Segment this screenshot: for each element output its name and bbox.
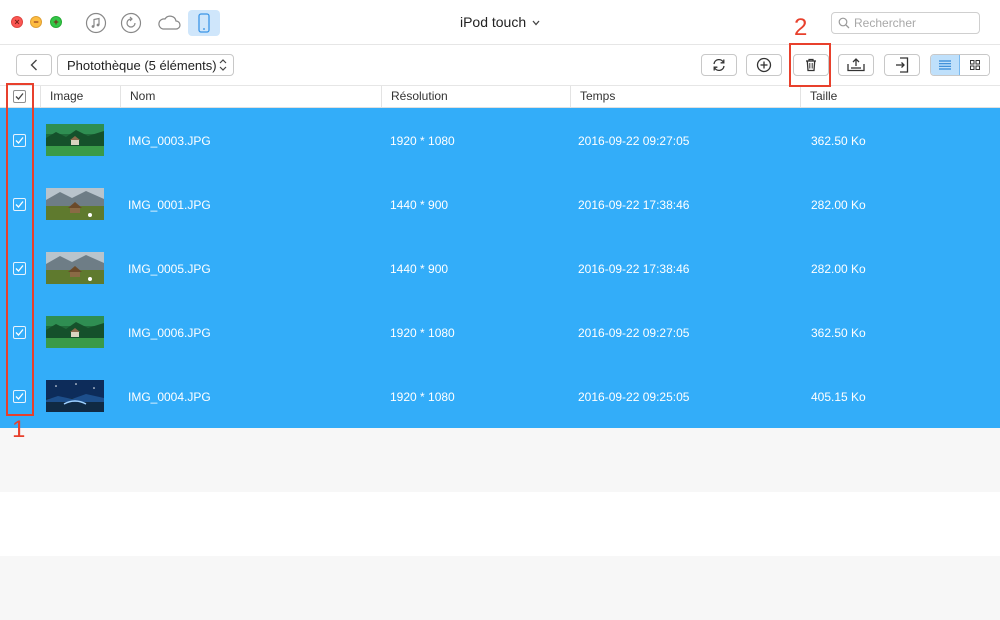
file-resolution: 1440 * 900 xyxy=(390,198,449,212)
photo-thumbnail xyxy=(46,124,104,156)
table-header: Image Nom Résolution Temps Taille xyxy=(0,86,1000,108)
back-button[interactable] xyxy=(16,54,52,76)
file-resolution: 1920 * 1080 xyxy=(390,390,455,404)
chevron-down-icon xyxy=(532,20,540,26)
night-sky-thumbnail-image xyxy=(46,380,104,412)
forest-thumbnail-image xyxy=(46,124,104,156)
close-window-button[interactable]: × xyxy=(11,16,23,28)
device-button[interactable] xyxy=(188,10,220,36)
photo-thumbnail xyxy=(46,252,104,284)
table-row[interactable]: IMG_0005.JPG 1440 * 900 2016-09-22 17:38… xyxy=(0,236,1000,300)
import-to-device-button[interactable] xyxy=(884,54,920,76)
export-to-computer-button[interactable] xyxy=(838,54,874,76)
photo-thumbnail xyxy=(46,316,104,348)
maximize-icon: + xyxy=(53,17,59,27)
minimize-window-button[interactable]: − xyxy=(30,16,42,28)
grid-view-button[interactable] xyxy=(960,55,989,75)
add-button[interactable] xyxy=(746,54,782,76)
updown-chevron-icon xyxy=(219,59,227,71)
list-view-button[interactable] xyxy=(931,55,961,75)
file-time: 2016-09-22 17:38:46 xyxy=(578,198,690,212)
import-icon xyxy=(896,57,909,73)
chevron-left-icon xyxy=(30,59,37,71)
table-row[interactable]: IMG_0003.JPG 1920 * 1080 2016-09-22 09:2… xyxy=(0,108,1000,172)
toolbar: Photothèque (5 éléments) xyxy=(0,46,1000,86)
empty-row xyxy=(0,428,1000,492)
music-icon xyxy=(85,12,107,34)
device-name: iPod touch xyxy=(459,14,527,30)
table-row[interactable]: IMG_0001.JPG 1440 * 900 2016-09-22 17:38… xyxy=(0,172,1000,236)
library-select-label: Photothèque (5 éléments) xyxy=(67,57,217,73)
refresh-button[interactable] xyxy=(701,54,737,76)
list-view-icon xyxy=(939,60,951,70)
file-time: 2016-09-22 09:27:05 xyxy=(578,326,690,340)
file-resolution: 1920 * 1080 xyxy=(390,134,455,148)
grid-view-icon xyxy=(969,60,980,70)
file-resolution: 1440 * 900 xyxy=(390,262,449,276)
photo-thumbnail xyxy=(46,380,104,412)
mountain-hut-thumbnail-image xyxy=(46,188,104,220)
forest-thumbnail-image xyxy=(46,316,104,348)
file-time: 2016-09-22 09:25:05 xyxy=(578,390,690,404)
column-header-time[interactable]: Temps xyxy=(570,86,800,107)
column-header-size[interactable]: Taille xyxy=(800,86,1000,107)
annotation-highlight-checkboxes xyxy=(6,83,34,416)
annotation-step-1: 1 xyxy=(12,416,26,443)
file-name: IMG_0001.JPG xyxy=(128,198,211,212)
device-selector[interactable]: iPod touch xyxy=(460,14,540,30)
column-header-name[interactable]: Nom xyxy=(120,86,381,107)
maximize-window-button[interactable]: + xyxy=(50,16,62,28)
annotation-highlight-delete xyxy=(789,43,831,87)
icloud-button[interactable] xyxy=(155,10,183,36)
file-time: 2016-09-22 17:38:46 xyxy=(578,262,690,276)
title-bar: × − + iPod touch xyxy=(0,0,1000,45)
app-window: × − + iPod touch Photothèque (5 éléments… xyxy=(0,0,1000,620)
device-icon xyxy=(198,13,210,33)
search-box[interactable] xyxy=(831,12,980,34)
column-header-resolution[interactable]: Résolution xyxy=(381,86,570,107)
mountain-hut-thumbnail-image xyxy=(46,252,104,284)
file-time: 2016-09-22 09:27:05 xyxy=(578,134,690,148)
file-name: IMG_0006.JPG xyxy=(128,326,211,340)
plus-circle-icon xyxy=(756,57,772,73)
cloud-icon xyxy=(158,15,181,30)
file-resolution: 1920 * 1080 xyxy=(390,326,455,340)
minimize-icon: − xyxy=(33,17,39,27)
file-size: 282.00 Ko xyxy=(811,198,866,212)
restore-icon xyxy=(120,12,142,34)
empty-row xyxy=(0,492,1000,556)
search-icon xyxy=(838,17,850,29)
file-size: 362.50 Ko xyxy=(811,134,866,148)
photo-thumbnail xyxy=(46,188,104,220)
music-button[interactable] xyxy=(83,10,109,36)
file-name: IMG_0003.JPG xyxy=(128,134,211,148)
search-input[interactable] xyxy=(854,15,974,31)
refresh-icon xyxy=(713,58,725,72)
file-size: 282.00 Ko xyxy=(811,262,866,276)
column-header-image[interactable]: Image xyxy=(40,86,120,107)
table-row[interactable]: IMG_0006.JPG 1920 * 1080 2016-09-22 09:2… xyxy=(0,300,1000,364)
file-size: 405.15 Ko xyxy=(811,390,866,404)
file-size: 362.50 Ko xyxy=(811,326,866,340)
export-icon xyxy=(847,58,865,72)
restore-button[interactable] xyxy=(118,10,144,36)
file-name: IMG_0004.JPG xyxy=(128,390,211,404)
table-row[interactable]: IMG_0004.JPG 1920 * 1080 2016-09-22 09:2… xyxy=(0,364,1000,428)
file-name: IMG_0005.JPG xyxy=(128,262,211,276)
annotation-step-2: 2 xyxy=(794,14,808,41)
close-icon: × xyxy=(14,17,20,27)
view-mode-toggle xyxy=(930,54,990,76)
empty-row xyxy=(0,556,1000,620)
library-select[interactable]: Photothèque (5 éléments) xyxy=(57,54,234,76)
